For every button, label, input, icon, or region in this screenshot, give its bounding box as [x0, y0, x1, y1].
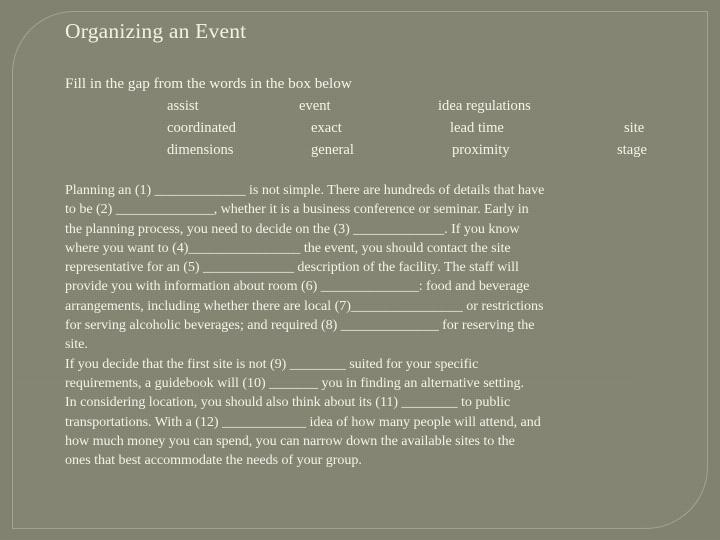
paragraph-line: to be (2) ______________, whether it is …: [65, 201, 529, 218]
word-bank-item: lead time: [450, 120, 504, 136]
page-title: Organizing an Event: [65, 19, 247, 43]
paragraph-line: provide you with information about room …: [65, 278, 530, 295]
word-bank-item: assist: [167, 98, 199, 114]
word-bank-row: dimensions general proximity stage: [0, 139, 720, 161]
paragraph-line: ones that best accommodate the needs of …: [65, 452, 362, 469]
word-bank-item: exact: [311, 120, 342, 136]
paragraph-line: requirements, a guidebook will (10) ____…: [65, 374, 524, 391]
word-bank-item: dimensions: [167, 142, 234, 158]
instruction-text: Fill in the gap from the words in the bo…: [65, 75, 352, 92]
paragraph-line: the planning process, you need to decide…: [65, 220, 520, 237]
paragraph-line: If you decide that the first site is not…: [65, 355, 479, 372]
word-bank-item: proximity: [452, 142, 510, 158]
paragraph-line: how much money you can spend, you can na…: [65, 432, 515, 449]
paragraph-line: representative for an (5) _____________ …: [65, 259, 519, 276]
word-bank-row: coordinated exact lead time site: [0, 117, 720, 139]
word-bank-row: assist event idea regulations: [0, 95, 720, 117]
paragraph-line: Planning an (1) _____________ is not sim…: [65, 182, 545, 198]
word-bank-item: event: [299, 98, 331, 114]
paragraph-line: for serving alcoholic beverages; and req…: [65, 317, 535, 334]
word-bank-item: stage: [617, 142, 647, 158]
exercise-paragraph: Planning an (1) _____________ is not sim…: [65, 181, 679, 470]
word-bank-item: site: [624, 120, 645, 136]
slide-content: Organizing an Event Fill in the gap from…: [0, 0, 720, 540]
paragraph-line: transportations. With a (12) ___________…: [65, 413, 541, 430]
paragraph-line: site.: [65, 336, 88, 353]
word-bank-item: idea regulations: [438, 98, 531, 114]
word-bank-item: coordinated: [167, 120, 236, 136]
word-bank-item: general: [311, 142, 354, 158]
slide-canvas: Organizing an Event Fill in the gap from…: [0, 0, 720, 540]
paragraph-line: where you want to (4)________________ th…: [65, 239, 511, 256]
paragraph-line: arrangements, including whether there ar…: [65, 297, 544, 314]
paragraph-line: In considering location, you should also…: [65, 394, 511, 411]
word-bank: assist event idea regulations coordinate…: [0, 95, 720, 161]
